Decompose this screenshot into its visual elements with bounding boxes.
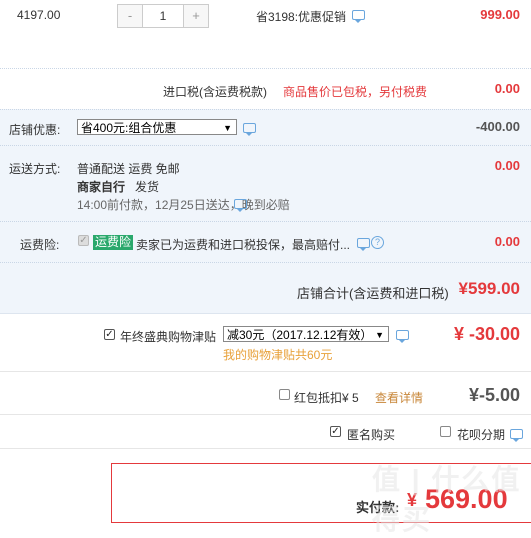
message-icon[interactable] <box>510 429 523 442</box>
insurance-text: 卖家已为运费和进口税投保，最高赔付... <box>136 238 351 252</box>
allowance-price: ¥ -30.00 <box>453 324 520 344</box>
divider <box>0 313 531 314</box>
message-icon[interactable] <box>352 10 365 23</box>
quantity-stepper[interactable]: - 1 + <box>117 4 209 28</box>
shipping-seller-action: 发货 <box>135 180 160 194</box>
huabei-checkbox[interactable] <box>440 426 451 437</box>
shipping-label: 运送方式: <box>9 162 61 176</box>
shipping-eta: 14:00前付款，12月25日送达，晚到必赔 <box>77 198 290 212</box>
quantity-input[interactable]: 1 <box>142 5 184 27</box>
insurance-price: 0.00 <box>494 234 520 249</box>
allowance-sub: 我的购物津贴共60元 <box>223 348 333 362</box>
unit-price: 4197.00 <box>17 8 61 22</box>
item-row: 4197.00 - 1 + 省3198:优惠促销 999.00 <box>0 0 531 68</box>
allowance-checkbox[interactable]: ✓ <box>104 329 115 340</box>
divider <box>0 68 531 69</box>
allowance-select[interactable]: 减30元（2017.12.12有效） ▼ <box>223 326 389 342</box>
divider <box>0 262 531 263</box>
message-icon[interactable] <box>396 330 409 343</box>
store-discount-value: 省400元:组合优惠 <box>81 121 177 135</box>
chevron-down-icon: ▼ <box>375 330 384 340</box>
allowance-value: 减30元（2017.12.12有效） <box>227 328 373 342</box>
quantity-plus-button[interactable]: + <box>184 5 208 27</box>
quantity-minus-button[interactable]: - <box>118 5 142 27</box>
divider <box>0 371 531 372</box>
divider <box>0 109 531 110</box>
store-total-label: 店铺合计(含运费和进口税) <box>297 286 449 301</box>
help-icon[interactable]: ? <box>371 236 384 249</box>
shipping-price: 0.00 <box>494 158 520 173</box>
item-price: 999.00 <box>480 7 520 22</box>
store-discount-price: -400.00 <box>475 119 520 134</box>
red-packet-price: ¥-5.00 <box>468 385 520 405</box>
store-discount-select[interactable]: 省400元:组合优惠 ▼ <box>77 119 237 135</box>
red-packet-detail-link[interactable]: 查看详情 <box>375 389 423 406</box>
insurance-label: 运费险: <box>20 238 60 252</box>
divider <box>0 448 531 449</box>
shipping-seller: 商家自行 <box>77 180 126 194</box>
huabei-label: 花呗分期 <box>457 428 506 442</box>
insurance-badge: 运费险 <box>93 235 134 250</box>
anonymous-checkbox[interactable]: ✓ <box>330 426 341 437</box>
anonymous-label: 匿名购买 <box>347 428 396 442</box>
red-packet-label: 红包抵扣¥ 5 <box>294 391 359 405</box>
allowance-label: 年终盛典购物津贴 <box>120 330 217 344</box>
import-tax-price: 0.00 <box>494 81 520 96</box>
message-icon[interactable] <box>243 123 256 136</box>
red-packet-checkbox[interactable] <box>279 389 290 400</box>
watermark-logo: 值 | 什么值得买 <box>372 464 522 535</box>
message-icon[interactable] <box>234 199 247 212</box>
store-total-price: ¥599.00 <box>458 279 520 298</box>
store-discount-label: 店铺优惠: <box>9 123 61 137</box>
chevron-down-icon: ▼ <box>223 123 232 133</box>
divider <box>0 414 531 415</box>
insurance-checkbox[interactable]: ✓ <box>78 235 89 246</box>
import-tax-note: 商品售价已包税，另付税费 <box>283 85 428 99</box>
import-tax-label: 进口税(含运费税款) <box>163 85 267 99</box>
divider <box>0 221 531 222</box>
message-icon[interactable] <box>357 238 370 251</box>
promo-text: 省3198:优惠促销 <box>256 10 347 24</box>
divider <box>0 145 531 146</box>
shipping-method: 普通配送 运费 免邮 <box>77 162 180 176</box>
